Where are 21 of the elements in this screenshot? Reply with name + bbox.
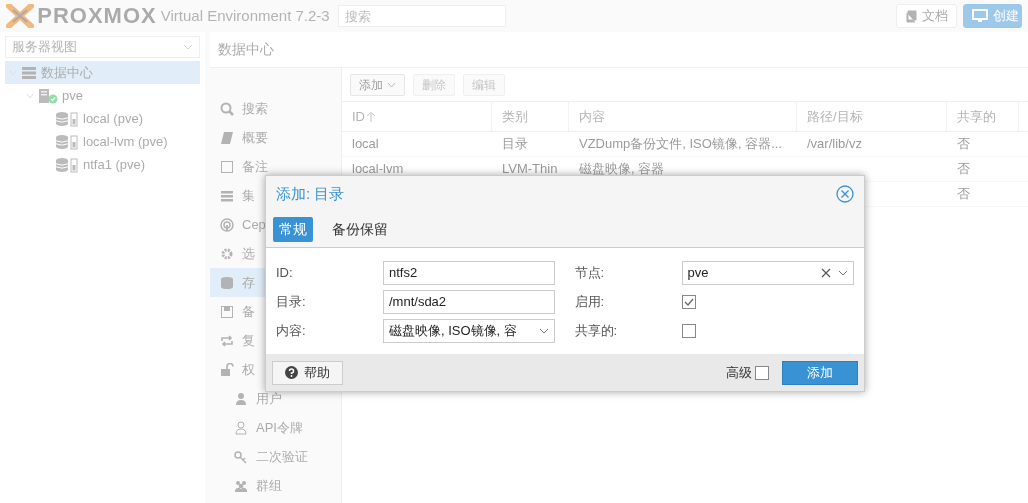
table-cell-text: LVM-Thin: [501, 160, 559, 179]
field-label: ID:: [276, 264, 294, 283]
table-cell-text: 否: [956, 185, 971, 204]
field-label: 内容:: [276, 322, 307, 341]
table-cell-text: 磁盘映像, 容器: [578, 160, 666, 179]
table-cell-text: VZDump备份文件, ISO镜像, 容器...: [578, 135, 783, 154]
logo-text: PROXMOX: [37, 5, 157, 27]
product-version: Virtual Environment 7.2-3: [160, 5, 330, 26]
table-cell-text: /var/lib/vz: [806, 135, 863, 154]
field-label: 共享的:: [574, 322, 619, 341]
field-label: 启用:: [574, 293, 606, 312]
field-label: 目录:: [276, 293, 307, 312]
table-cell-text: 目录: [501, 135, 529, 154]
table-cell-text: 否: [956, 135, 971, 154]
table-cell-text: local-lvm: [351, 160, 405, 179]
table-cell-text: 否: [956, 160, 971, 179]
field-label: 节点:: [574, 264, 606, 283]
panel-title: 数据中心: [218, 40, 274, 59]
table-cell-text: local: [351, 135, 380, 154]
dialog-title: 添加: 目录: [276, 183, 345, 204]
advanced-label: 高级: [725, 363, 752, 382]
